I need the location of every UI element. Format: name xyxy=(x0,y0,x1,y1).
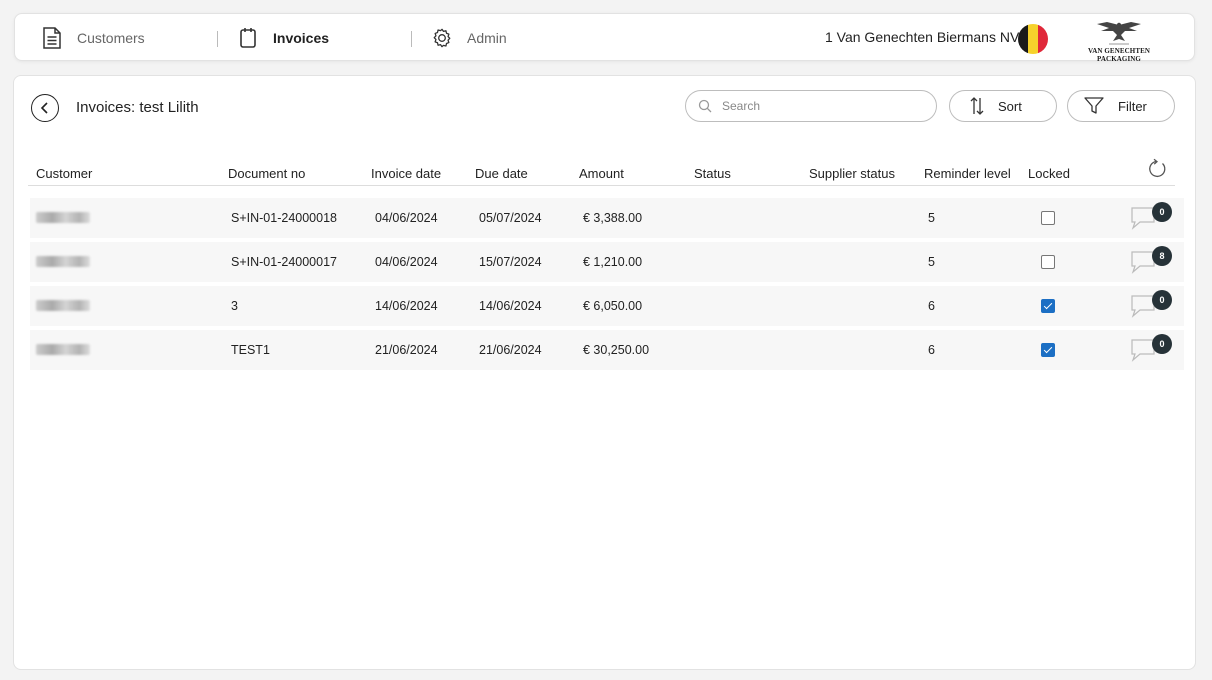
due-date-cell: 15/07/2024 xyxy=(479,255,542,269)
sort-arrows-icon xyxy=(970,97,984,115)
comment-count-badge: 0 xyxy=(1152,290,1172,310)
nav-label-invoices: Invoices xyxy=(273,30,330,46)
amount-cell: € 30,250.00 xyxy=(583,343,650,357)
filter-label: Filter xyxy=(1118,98,1147,114)
column-header-locked[interactable]: Locked xyxy=(1028,166,1070,181)
search-box[interactable] xyxy=(685,90,937,122)
table-row[interactable]: S+IN-01-24000018 04/06/2024 05/07/2024 €… xyxy=(30,198,1184,238)
comment-count-badge: 0 xyxy=(1152,202,1172,222)
gear-icon xyxy=(431,26,453,50)
customer-name-redacted xyxy=(36,256,90,267)
sort-label: Sort xyxy=(998,98,1022,114)
due-date-cell: 05/07/2024 xyxy=(479,211,542,225)
nav-divider xyxy=(217,31,218,47)
column-header-amount[interactable]: Amount xyxy=(579,166,624,181)
page-title: Invoices: test Lilith xyxy=(76,99,199,116)
invoices-panel: Invoices: test Lilith Sort Filter Custom… xyxy=(13,75,1196,670)
locked-checkbox[interactable] xyxy=(1041,255,1055,269)
top-navigation-bar: Customers Invoices Admin 1 Van Genechten… xyxy=(14,13,1195,63)
amount-cell: € 6,050.00 xyxy=(583,299,643,313)
company-logo: VAN GENECHTEN PACKAGING xyxy=(1067,19,1171,63)
invoice-date-cell: 04/06/2024 xyxy=(375,211,438,225)
column-header-due-date[interactable]: Due date xyxy=(475,166,528,181)
comment-count-badge: 0 xyxy=(1152,334,1172,354)
nav-label-customers: Customers xyxy=(77,30,145,46)
reminder-level-cell: 6 xyxy=(928,299,935,313)
document-no-cell: 3 xyxy=(231,299,238,313)
due-date-cell: 14/06/2024 xyxy=(479,299,542,313)
document-no-cell: TEST1 xyxy=(231,343,270,357)
nav-label-admin: Admin xyxy=(467,30,507,46)
comment-count-badge: 8 xyxy=(1152,246,1172,266)
sort-button[interactable]: Sort xyxy=(949,90,1057,122)
column-header-reminder-level[interactable]: Reminder level xyxy=(924,166,1011,181)
column-header-document-no[interactable]: Document no xyxy=(228,166,305,181)
reminder-level-cell: 5 xyxy=(928,211,935,225)
table-header: Customer Document no Invoice date Due da… xyxy=(28,158,1175,186)
back-button[interactable] xyxy=(31,94,59,122)
document-no-cell: S+IN-01-24000017 xyxy=(231,255,337,269)
company-name[interactable]: 1 Van Genechten Biermans NV xyxy=(825,14,1019,62)
amount-cell: € 3,388.00 xyxy=(583,211,643,225)
customer-name-redacted xyxy=(36,212,90,223)
nav-item-customers[interactable]: Customers xyxy=(41,14,145,62)
reminder-level-cell: 6 xyxy=(928,343,935,357)
locked-checkbox[interactable] xyxy=(1041,299,1055,313)
notebook-icon xyxy=(237,26,259,50)
amount-cell: € 1,210.00 xyxy=(583,255,643,269)
chevron-left-icon xyxy=(40,102,48,114)
comment-button[interactable]: 8 xyxy=(1130,246,1174,278)
nav-item-admin[interactable]: Admin xyxy=(431,14,507,62)
table-row[interactable]: 3 14/06/2024 14/06/2024 € 6,050.00 6 0 xyxy=(30,286,1184,326)
invoice-date-cell: 04/06/2024 xyxy=(375,255,438,269)
column-header-supplier-status[interactable]: Supplier status xyxy=(809,166,895,181)
document-icon xyxy=(41,26,63,50)
document-no-cell: S+IN-01-24000018 xyxy=(231,211,337,225)
invoice-date-cell: 14/06/2024 xyxy=(375,299,438,313)
search-icon xyxy=(698,99,712,113)
comment-button[interactable]: 0 xyxy=(1130,334,1174,366)
comment-button[interactable]: 0 xyxy=(1130,290,1174,322)
customer-name-redacted xyxy=(36,344,90,355)
refresh-icon[interactable] xyxy=(1146,158,1168,185)
column-header-invoice-date[interactable]: Invoice date xyxy=(371,166,441,181)
customer-name-redacted xyxy=(36,300,90,311)
nav-item-invoices[interactable]: Invoices xyxy=(237,14,329,62)
comment-button[interactable]: 0 xyxy=(1130,202,1174,234)
filter-button[interactable]: Filter xyxy=(1067,90,1175,122)
locked-checkbox[interactable] xyxy=(1041,211,1055,225)
invoice-date-cell: 21/06/2024 xyxy=(375,343,438,357)
table-row[interactable]: TEST1 21/06/2024 21/06/2024 € 30,250.00 … xyxy=(30,330,1184,370)
locked-checkbox[interactable] xyxy=(1041,343,1055,357)
logo-text: VAN GENECHTEN PACKAGING xyxy=(1087,47,1151,63)
due-date-cell: 21/06/2024 xyxy=(479,343,542,357)
eagle-logo-icon xyxy=(1097,22,1141,45)
filter-funnel-icon xyxy=(1084,97,1104,114)
search-input[interactable] xyxy=(722,99,922,113)
reminder-level-cell: 5 xyxy=(928,255,935,269)
column-header-status[interactable]: Status xyxy=(694,166,731,181)
nav-divider xyxy=(411,31,412,47)
table-row[interactable]: S+IN-01-24000017 04/06/2024 15/07/2024 €… xyxy=(30,242,1184,282)
column-header-customer[interactable]: Customer xyxy=(36,166,92,181)
belgium-flag-icon[interactable] xyxy=(1018,24,1048,54)
